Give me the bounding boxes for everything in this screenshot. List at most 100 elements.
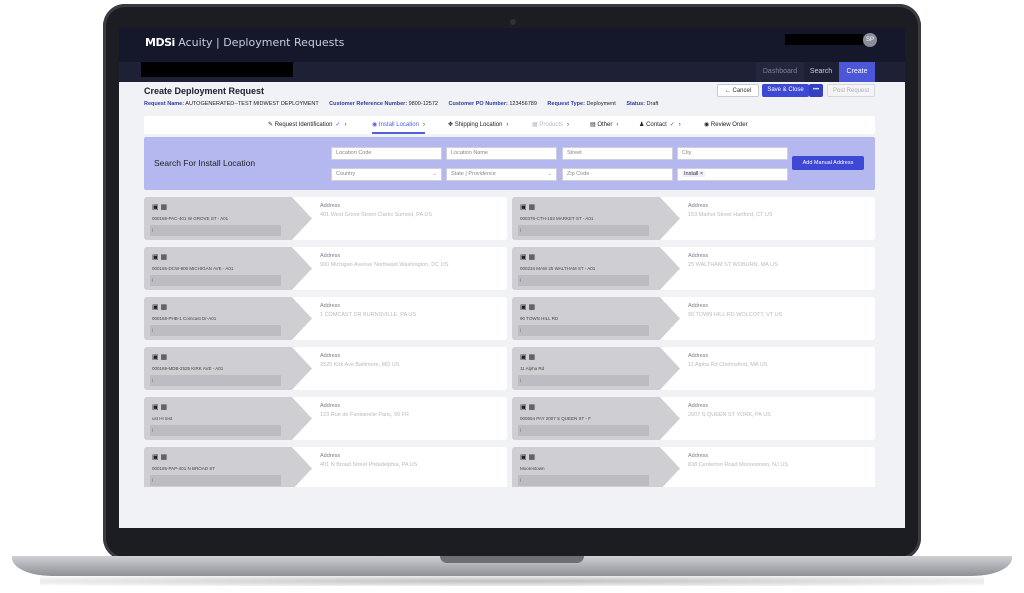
address-value: 1 COMCAST DR BURNSVILLE, PA US	[320, 312, 417, 318]
building-icon: ▣ ▦	[520, 204, 536, 211]
tab-other[interactable]: ▤ Other ›	[590, 116, 618, 134]
edit-icon: ✎	[268, 122, 274, 128]
building-icon: ▣ ▦	[520, 254, 536, 261]
country-select[interactable]: Country ⌄	[331, 168, 442, 181]
location-bar: |	[518, 275, 649, 286]
breadcrumb-redacted	[141, 62, 293, 77]
location-card[interactable]: ▣ ▦ 000169-MDB-2525 KIRK AVE - A01 | Addres…	[144, 347, 507, 390]
tab-request-identification[interactable]: ✎ Request Identification ✓ ›	[268, 116, 346, 134]
tab-install-location[interactable]: ◉ Install Location ›	[372, 116, 425, 134]
location-code-input[interactable]: Location Code	[331, 147, 442, 160]
location-bar: |	[150, 375, 281, 386]
eye-icon: ◉	[704, 122, 710, 128]
location-card[interactable]: ▣ ▦ 11 Alpha Rd | Address 11 Alpha Rd Chelms…	[512, 347, 875, 390]
address-label: Address	[320, 453, 341, 459]
nav-search[interactable]: Search	[805, 62, 837, 82]
add-manual-address-button[interactable]: Add Manual Address	[792, 156, 864, 170]
post-request-button[interactable]: Post Request	[827, 84, 875, 97]
address-label: Address	[320, 303, 341, 309]
address-value: 153 Market Street Hartford, CT US	[688, 212, 773, 218]
location-bar: |	[150, 425, 281, 436]
location-card[interactable]: ▣ ▦ 000165-DCW-900 MICHIGAN AVE - A01 | Add…	[144, 247, 507, 290]
type-tag-input[interactable]: Install ×	[677, 168, 788, 181]
address-value: 401 West Grove Street Clarks Summit, PA …	[320, 212, 432, 218]
city-input[interactable]: City	[677, 147, 788, 160]
card-tag: ▣ ▦ 90 TOWN HILL RD |	[512, 297, 680, 340]
meta-key: Request Type:	[547, 101, 585, 107]
building-icon: ▣ ▦	[152, 254, 168, 261]
location-card[interactable]: ▣ ▦ 90 TOWN HILL RD | Address 90 TOWN HILL R…	[512, 297, 875, 340]
location-code: 000159-PAC-401 W GROVE ST - A01	[152, 216, 229, 221]
more-options-button[interactable]: •••	[809, 84, 823, 97]
street-input[interactable]: Street	[562, 147, 673, 160]
location-card[interactable]: ▣ ▦ Moorestown | Address 838 Centerton Road …	[512, 447, 875, 487]
location-bar: |	[150, 225, 281, 236]
location-code: 000185-PAP-401 N BROAD ST	[152, 466, 215, 471]
location-code: 000168-PHB-1 Comcast Dr-A01	[152, 316, 217, 321]
bar-marker: |	[520, 427, 522, 432]
location-list: ▣ ▦ 000159-PAC-401 W GROVE ST - A01 | Addre…	[144, 197, 875, 487]
meta-value: Deployment	[586, 101, 616, 107]
tab-contact[interactable]: ♟ Contact ✓ ›	[639, 116, 681, 134]
location-card[interactable]: ▣ ▦ 000234 MAW 25 WALTHAM ST - A01 | Addres…	[512, 247, 875, 290]
address-label: Address	[688, 303, 709, 309]
bar-marker: |	[520, 377, 522, 382]
card-tag: ▣ ▦ 000654 PAY 2007 S QUEEN ST - F |	[512, 397, 680, 440]
meta-value: AUTOGENERATED--TEST MIDWEST DEPLOYMENT	[185, 101, 319, 107]
page-title: Create Deployment Request	[144, 86, 265, 96]
location-card[interactable]: ▣ ▦ 000376-CTH-153 MARKET ST - A01 | Addres…	[512, 197, 875, 240]
bar-marker: |	[152, 377, 154, 382]
location-card[interactable]: ▣ ▦ ust HI test | Address 123 Rue de Funkane…	[144, 397, 507, 440]
avatar[interactable]: SP	[863, 33, 877, 47]
bar-marker: |	[152, 227, 154, 232]
building-icon: ▣ ▦	[152, 454, 168, 461]
location-card[interactable]: ▣ ▦ 000168-PHB-1 Comcast Dr-A01 | Address 1 …	[144, 297, 507, 340]
address-value: 2525 Kirk Ave Baltimore, MD US	[320, 362, 400, 368]
card-tag: ▣ ▦ ust HI test |	[144, 397, 312, 440]
tab-label: Shipping Location	[454, 122, 503, 128]
address-label: Address	[320, 253, 341, 259]
location-card[interactable]: ▣ ▦ 000159-PAC-401 W GROVE ST - A01 | Addre…	[144, 197, 507, 240]
building-icon: ▣ ▦	[152, 404, 168, 411]
address-value: 90 TOWN HILL RD WOLCOTT, VT US	[688, 312, 783, 318]
close-icon[interactable]: ×	[700, 171, 703, 177]
chevron-right-icon: ›	[567, 122, 570, 128]
tab-label: Contact	[646, 122, 667, 128]
building-icon: ▣ ▦	[520, 454, 536, 461]
chevron-right-icon: ›	[616, 122, 619, 128]
address-label: Address	[688, 353, 709, 359]
bar-marker: |	[152, 277, 154, 282]
check-icon: ✓	[669, 122, 675, 128]
location-card[interactable]: ▣ ▦ 000185-PAP-401 N BROAD ST | Address 401 …	[144, 447, 507, 487]
chevron-down-icon: ⌄	[432, 171, 437, 177]
save-close-button[interactable]: Save & Close	[762, 84, 809, 97]
nav-create[interactable]: Create	[839, 62, 875, 82]
tab-shipping-location[interactable]: ✥ Shipping Location ›	[448, 116, 508, 134]
zip-input[interactable]: Zip Code	[562, 168, 673, 181]
back-arrow-icon: ←	[724, 88, 731, 94]
search-title: Search For Install Location	[154, 158, 256, 168]
card-tag: ▣ ▦ 000168-PHB-1 Comcast Dr-A01 |	[144, 297, 312, 340]
location-code: 11 Alpha Rd	[520, 366, 545, 371]
tab-label: Products	[539, 122, 564, 128]
type-tag: Install ×	[682, 171, 706, 177]
tab-label: Other	[597, 122, 613, 128]
app-screen: MDSi Acuity | Deployment Requests SP Das…	[119, 28, 905, 528]
location-name-input[interactable]: Location Name	[446, 147, 557, 160]
type-tag-label: Install	[684, 171, 699, 177]
location-code: Moorestown	[520, 466, 545, 471]
building-icon: ▣ ▦	[152, 304, 168, 311]
bar-marker: |	[520, 227, 522, 232]
address-value: 2007 S QUEEN ST YORK, PA US	[688, 412, 771, 418]
laptop-shadow	[40, 576, 984, 586]
tab-review-order[interactable]: ◉ Review Order	[704, 116, 748, 134]
bar-marker: |	[520, 327, 522, 332]
nav-dashboard[interactable]: Dashboard	[756, 62, 804, 82]
state-select[interactable]: State | Providence ⌄	[446, 168, 557, 181]
cancel-button[interactable]: ← Cancel	[717, 84, 759, 97]
address-value: 900 Michigan Avenue Northeast Washington…	[320, 262, 449, 268]
address-value: 401 N Broad Street Philadelphia, PA US	[320, 462, 418, 468]
address-value: 11 Alpha Rd Chelmsford, MA US	[688, 362, 768, 368]
location-card[interactable]: ▣ ▦ 000654 PAY 2007 S QUEEN ST - F | Addres…	[512, 397, 875, 440]
card-tag: ▣ ▦ Moorestown |	[512, 447, 680, 487]
